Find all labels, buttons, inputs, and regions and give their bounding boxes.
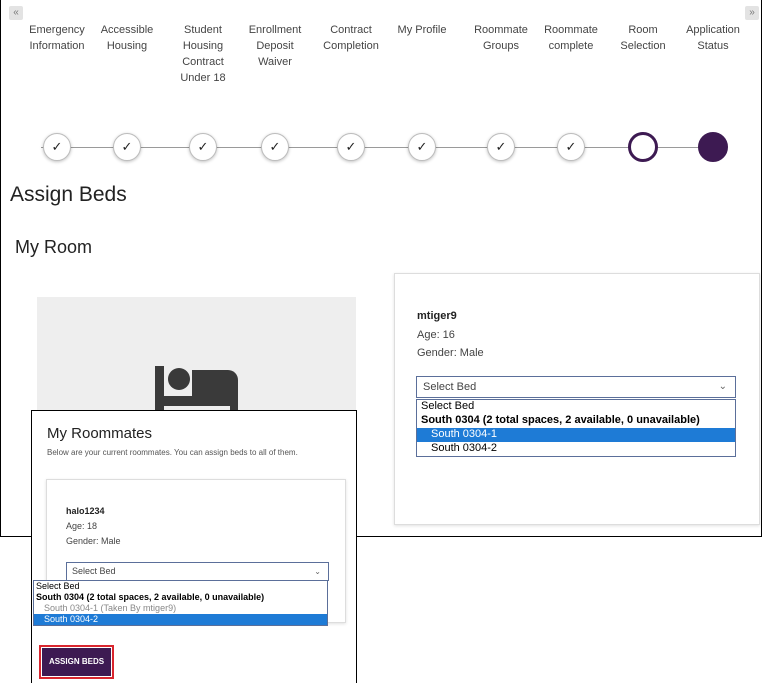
step-indicator-5[interactable]: ✓ (337, 133, 365, 161)
step-label-10[interactable]: Application Status (671, 22, 755, 54)
step-progress-line (41, 147, 723, 148)
bed-option[interactable]: South 0304-2 (417, 442, 735, 456)
checkmark-icon: ✓ (345, 139, 357, 154)
section-title-my-room: My Room (15, 237, 93, 257)
roommates-title: My Roommates (47, 425, 153, 442)
checkmark-icon: ✓ (565, 139, 577, 154)
roommate-gender: Gender: Male (66, 536, 121, 546)
bed-option: South 0304 (2 total spaces, 2 available,… (36, 592, 265, 602)
step-indicator-4[interactable]: ✓ (261, 133, 289, 161)
page-title: Assign Beds (10, 183, 127, 206)
scroll-right-button[interactable]: » (745, 6, 759, 20)
step-indicator-1[interactable]: ✓ (43, 133, 71, 161)
roommate-bed-options-list: Select Bed South 0304 (2 total spaces, 2 … (33, 580, 328, 626)
roommate-bed-select-value: Select Bed (72, 566, 116, 576)
step-indicator-9[interactable] (628, 132, 658, 162)
checkmark-icon: ✓ (269, 139, 281, 154)
step-label-4[interactable]: Enrollment Deposit Waiver (233, 22, 317, 70)
checkmark-icon: ✓ (121, 139, 133, 154)
my-roommates-panel: My Roommates Below are your current room… (31, 410, 357, 683)
step-indicator-3[interactable]: ✓ (189, 133, 217, 161)
checkmark-icon: ✓ (197, 139, 209, 154)
my-bed-options-list: Select Bed South 0304 (2 total spaces, 2 … (416, 399, 736, 457)
bed-option[interactable]: Select Bed (417, 400, 735, 414)
assign-beds-button[interactable]: ASSIGN BEDS (42, 648, 111, 676)
student-username: mtiger9 (417, 310, 457, 322)
checkmark-icon: ✓ (416, 139, 428, 154)
my-bed-select[interactable]: Select Bed ⌄ (416, 376, 736, 398)
step-navigation: « » Emergency Information Accessible Hous… (1, 0, 762, 130)
student-age: Age: 16 (417, 329, 455, 341)
roommate-age: Age: 18 (66, 521, 98, 531)
step-label-2[interactable]: Accessible Housing (85, 22, 169, 54)
my-bed-select-value: Select Bed (423, 381, 477, 393)
step-indicator-8[interactable]: ✓ (557, 133, 585, 161)
bed-option[interactable]: South 0304-2 (34, 614, 327, 625)
checkmark-icon: ✓ (51, 139, 63, 154)
scroll-left-button[interactable]: « (9, 6, 23, 20)
step-indicator-7[interactable]: ✓ (487, 133, 515, 161)
roommate-bed-select[interactable]: Select Bed ⌄ (66, 562, 329, 581)
roommates-description: Below are your current roommates. You ca… (47, 448, 298, 457)
chevron-down-icon: ⌄ (314, 567, 321, 576)
chevron-down-icon: ⌄ (718, 381, 727, 392)
step-indicator-6[interactable]: ✓ (408, 133, 436, 161)
my-bed-card: mtiger9 Age: 16 Gender: Male Select Bed … (394, 273, 760, 525)
step-label-6[interactable]: My Profile (380, 22, 464, 38)
bed-option[interactable]: South 0304-1 (417, 428, 735, 442)
step-indicator-2[interactable]: ✓ (113, 133, 141, 161)
bed-option: South 0304 (2 total spaces, 2 available,… (421, 414, 700, 426)
bed-option[interactable]: Select Bed (34, 581, 327, 592)
checkmark-icon: ✓ (495, 139, 507, 154)
roommate-username: halo1234 (66, 506, 105, 516)
student-gender: Gender: Male (417, 347, 484, 359)
step-indicator-10[interactable] (698, 132, 728, 162)
bed-option: South 0304-1 (Taken By mtiger9) (44, 603, 177, 613)
